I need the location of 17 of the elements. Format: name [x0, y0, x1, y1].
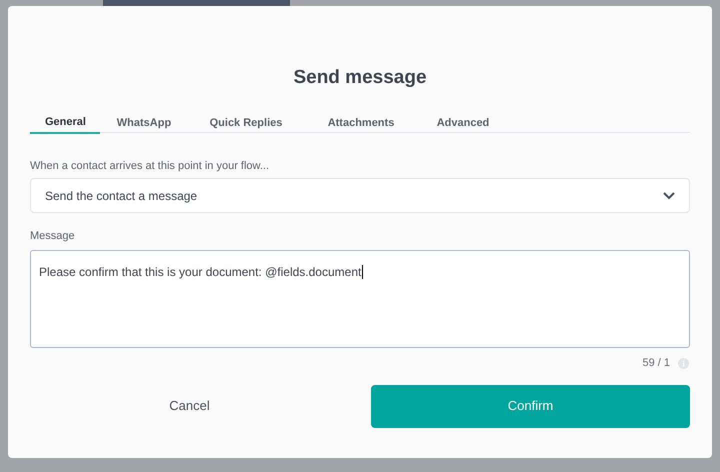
- cancel-button[interactable]: Cancel: [30, 384, 349, 428]
- character-counter: 59 / 1: [642, 356, 670, 371]
- field-label: Message: [30, 229, 76, 243]
- tab[interactable]: Quick Replies: [188, 112, 304, 134]
- field-label: When a contact arrives at this point in your flow...: [30, 159, 270, 173]
- confirm-button[interactable]: Confirm: [371, 384, 690, 428]
- info-icon[interactable]: [678, 358, 689, 369]
- tab[interactable]: Advanced: [418, 112, 508, 134]
- chevron-down-icon: [663, 192, 675, 200]
- message-text: Please confirm that this is your document: @fields.document: [39, 265, 364, 279]
- message-textarea[interactable]: Please confirm that this is your document: @fields.document: [30, 250, 690, 348]
- action-dropdown[interactable]: Send the contact a message: [30, 178, 690, 213]
- tab[interactable]: WhatsApp: [101, 112, 187, 134]
- dropdown-value: Send the contact a message: [45, 188, 198, 204]
- tab[interactable]: General: [30, 112, 100, 134]
- dialog-title: Send message: [293, 66, 427, 90]
- tab[interactable]: Attachments: [305, 112, 417, 134]
